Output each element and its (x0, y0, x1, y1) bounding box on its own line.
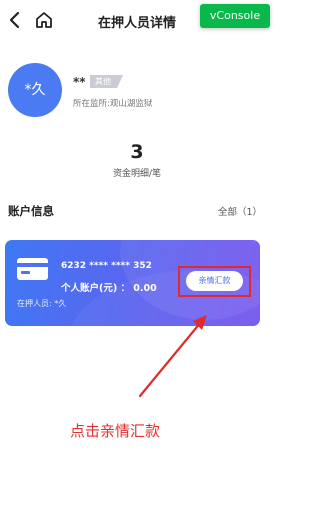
fund-detail-count[interactable]: 3 (0, 141, 274, 163)
section-title: 账户信息 (8, 204, 54, 218)
highlight-box (178, 266, 251, 297)
account-balance: 个人账户(元) ： 0.00 (61, 283, 157, 294)
bank-card-icon (17, 258, 48, 280)
card-holder: 在押人员: *久 (17, 299, 67, 308)
card-number: 6232 **** **** 352 (61, 261, 152, 271)
avatar: *久 (8, 63, 62, 117)
fund-detail-label[interactable]: 资金明细/笔 (0, 166, 274, 179)
view-all-link[interactable]: 全部（1） (218, 204, 262, 218)
category-badge: 其他 (90, 75, 123, 88)
instruction-text: 点击亲情汇款 (70, 422, 161, 440)
vconsole-button[interactable]: vConsole (200, 4, 270, 28)
person-name: ** (73, 75, 86, 89)
facility-label: 所在监所:观山湖监狱 (73, 99, 153, 109)
